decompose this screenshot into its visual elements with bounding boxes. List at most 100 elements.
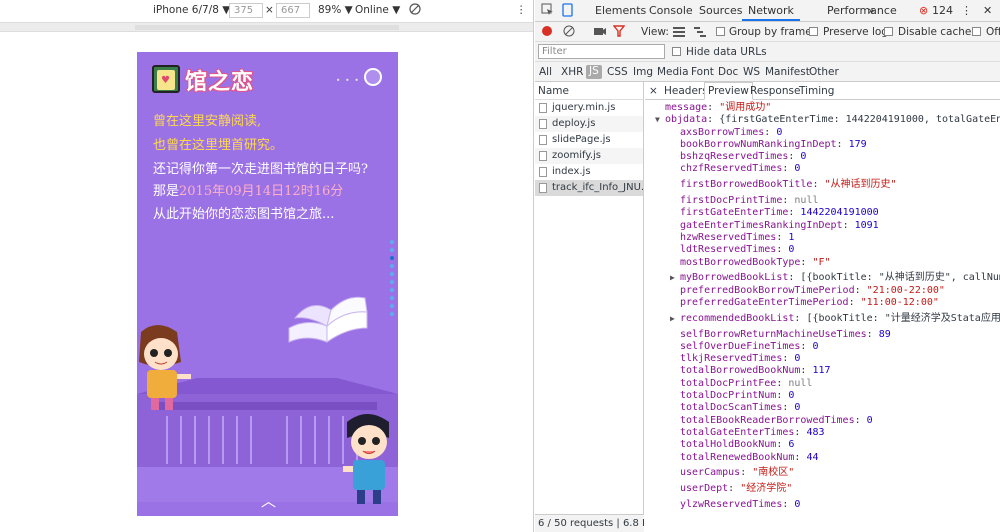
request-row[interactable]: deploy.js	[535, 116, 643, 132]
json-value: 6	[788, 439, 795, 451]
tab-response[interactable]: Response	[750, 85, 800, 97]
json-preview-tree: message: "调用成功" ▼ objdata: {firstGateEnter…	[645, 102, 1000, 511]
js-file-icon	[539, 135, 547, 145]
more-tabs-button[interactable]: »	[868, 4, 875, 17]
json-value: 117	[812, 365, 831, 377]
json-key: firstGateEnterTime	[680, 207, 789, 219]
collapsed-triangle-icon[interactable]: ▶	[670, 272, 675, 284]
type-filter-font[interactable]: Font	[691, 66, 714, 78]
json-property-row: firstGateEnterTime: 1442204191000	[680, 207, 879, 219]
request-row[interactable]: slidePage.js	[535, 132, 643, 148]
json-key: totalRenewedBookNum	[680, 451, 795, 463]
filter-input[interactable]: Filter	[538, 44, 665, 59]
request-row[interactable]: jquery.min.js	[535, 100, 643, 116]
json-property-row[interactable]: ▶ myBorrowedBookList: [{bookTitle: "从神话到历…	[665, 272, 1000, 284]
network-toolbar: View: Group by frame Preserve log Disabl…	[535, 22, 1000, 42]
type-filter-css[interactable]: CSS	[607, 66, 628, 78]
waterfall-view-icon[interactable]	[694, 26, 706, 40]
date-prefix: 那是	[153, 184, 180, 199]
tab-preview[interactable]: Preview	[704, 82, 753, 100]
json-value: 0	[794, 353, 801, 365]
json-property-row: gateEnterTimesRankingInDept: 1091	[680, 219, 879, 231]
json-value: 0	[788, 244, 795, 256]
device-toolbar-toggle-icon[interactable]	[561, 3, 574, 20]
width-input[interactable]: 375	[229, 3, 263, 18]
json-value: 0	[800, 151, 807, 163]
request-row[interactable]: zoomify.js	[535, 148, 643, 164]
list-view-icon[interactable]	[673, 26, 685, 40]
request-summary: 6 / 50 requests | 6.8 K...	[535, 514, 644, 532]
json-key: ldtReservedTimes	[680, 244, 777, 256]
expanded-triangle-icon[interactable]: ▼	[655, 114, 660, 126]
tab-performance[interactable]: Performance	[827, 4, 897, 17]
first-visit-line: 那是2015年09月14日12时16分	[153, 180, 343, 199]
inspect-element-icon[interactable]	[541, 3, 554, 19]
girl-character-illustration	[139, 325, 191, 410]
type-filter-js[interactable]: JS	[586, 65, 602, 79]
filter-icon[interactable]	[612, 25, 626, 40]
page-indicator[interactable]	[390, 240, 395, 320]
js-file-icon	[539, 119, 547, 129]
json-property-row: firstDocPrintTime: null	[680, 195, 819, 207]
json-value: null	[794, 195, 819, 207]
music-toggle-icon[interactable]	[364, 68, 382, 86]
json-property-row[interactable]: ▶ recommendedBookList: [{bookTitle: "计量经济…	[665, 313, 1000, 325]
json-value: "调用成功"	[719, 102, 772, 113]
swipe-up-icon[interactable]: ︿	[261, 490, 276, 511]
clear-icon[interactable]	[563, 25, 575, 40]
json-key: myBorrowedBookList	[680, 272, 789, 284]
tab-timing[interactable]: Timing	[799, 85, 834, 97]
tab-elements[interactable]: Elements	[595, 4, 646, 17]
type-filter-xhr[interactable]: XHR	[561, 66, 583, 78]
json-property-row[interactable]: ▼ objdata: {firstGateEnterTime: 144220419…	[655, 114, 1000, 126]
json-value: 0	[776, 126, 783, 138]
throttle-select[interactable]: Online ▼	[355, 4, 400, 16]
json-key: axsBorrowTimes	[680, 126, 765, 138]
request-detail: × Headers Preview Response Timing messag…	[645, 82, 1000, 532]
tab-sources[interactable]: Sources	[699, 4, 743, 17]
type-filter-media[interactable]: Media	[657, 66, 689, 78]
type-filter-doc[interactable]: Doc	[718, 66, 738, 78]
json-value: 44	[806, 451, 819, 463]
settings-menu-icon[interactable]: ⋮	[961, 4, 972, 17]
hide-data-urls-checkbox[interactable]	[672, 47, 681, 56]
json-value: 1442204191000	[800, 207, 879, 219]
type-filter-img[interactable]: Img	[633, 66, 653, 78]
json-key: mostBorrowedBookType	[680, 256, 801, 268]
error-count[interactable]: 124	[932, 4, 953, 17]
json-property-row: userDept: "经济学院"	[680, 483, 793, 495]
error-icon[interactable]: ⊗	[919, 4, 928, 17]
record-icon[interactable]	[541, 25, 553, 40]
request-row[interactable]: index.js	[535, 164, 643, 180]
filter-row: Filter Hide data URLs	[535, 42, 1000, 62]
media-query-ruler[interactable]	[0, 22, 533, 32]
disable-cache-checkbox[interactable]	[884, 27, 893, 36]
screenshot-icon[interactable]	[593, 25, 607, 40]
tab-headers[interactable]: Headers	[664, 85, 708, 97]
type-filter-other[interactable]: Other	[809, 66, 839, 78]
js-file-icon	[539, 167, 547, 177]
type-filter-manifest[interactable]: Manifest	[765, 66, 810, 78]
more-options-icon[interactable]: ⋮	[516, 4, 527, 16]
offline-checkbox[interactable]	[972, 27, 981, 36]
tab-network[interactable]: Network	[748, 4, 794, 17]
rotate-icon[interactable]	[408, 2, 422, 19]
json-property-row: bshzqReservedTimes: 0	[680, 151, 807, 163]
close-detail-icon[interactable]: ×	[649, 85, 658, 97]
collapsed-triangle-icon[interactable]: ▶	[670, 313, 675, 325]
device-select[interactable]: iPhone 6/7/8 ▼	[153, 4, 230, 16]
json-key: message	[665, 102, 708, 113]
type-filter-all[interactable]: All	[539, 66, 552, 78]
zoom-select[interactable]: 89% ▼	[318, 4, 353, 16]
type-filter-ws[interactable]: WS	[743, 66, 760, 78]
preserve-log-checkbox[interactable]	[809, 27, 818, 36]
close-devtools-icon[interactable]: ✕	[983, 4, 992, 17]
height-input[interactable]: 667	[276, 3, 310, 18]
name-column-header[interactable]: Name	[535, 82, 643, 100]
group-by-frame-checkbox[interactable]	[716, 27, 725, 36]
active-tab-indicator	[742, 19, 800, 21]
json-property-row: ldtReservedTimes: 0	[680, 244, 795, 256]
request-row-selected[interactable]: track_ifc_Info_JNU...	[535, 180, 643, 196]
json-value: "F"	[812, 256, 831, 268]
tab-console[interactable]: Console	[649, 4, 693, 17]
